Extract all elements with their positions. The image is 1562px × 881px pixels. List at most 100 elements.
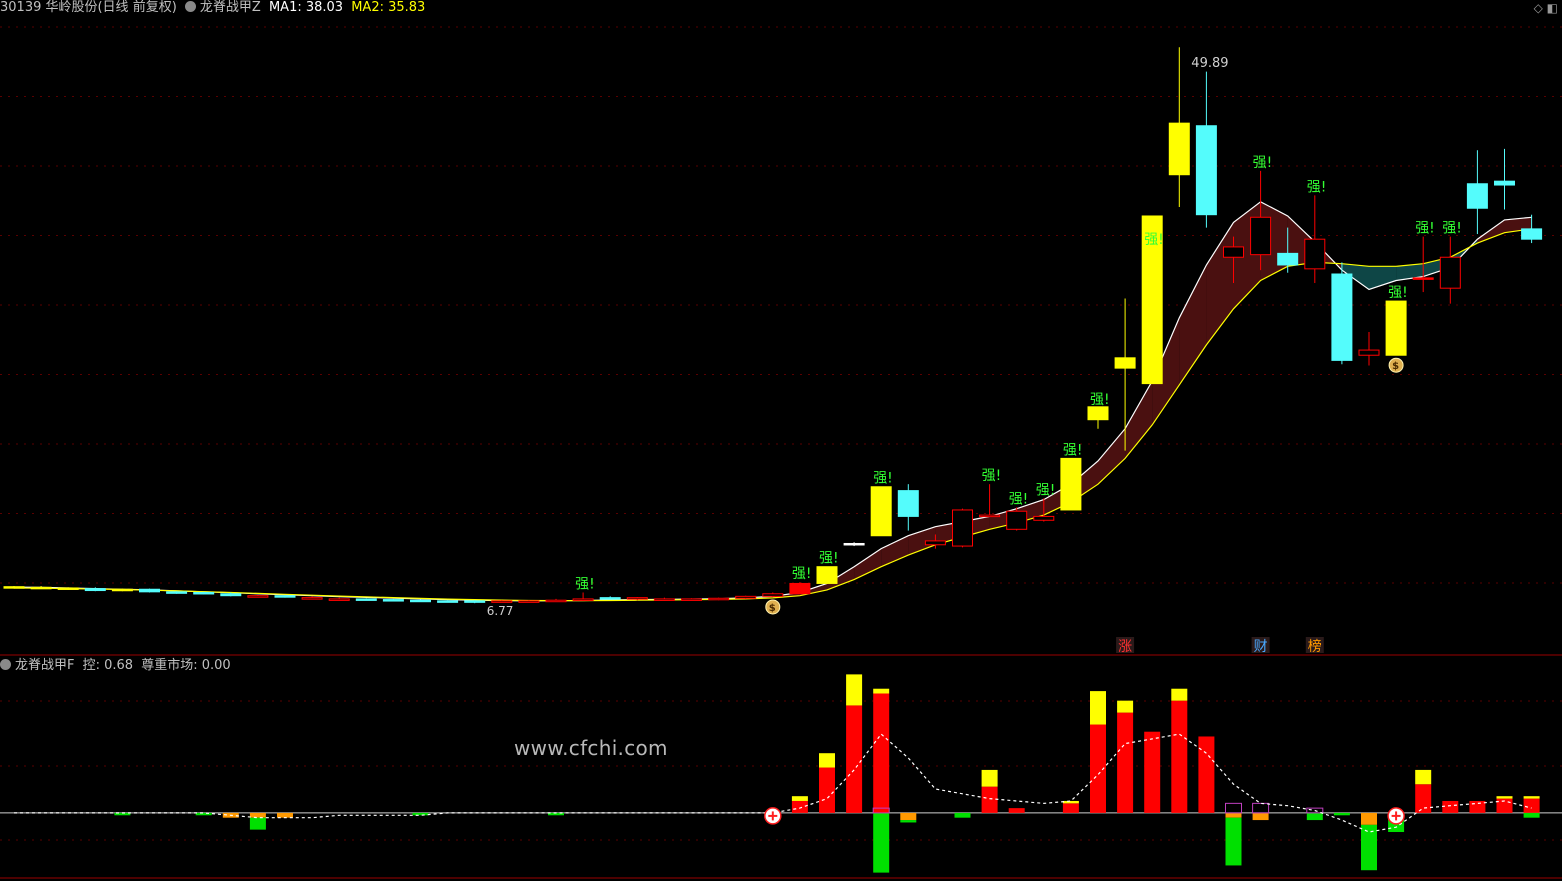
candlestick-series[interactable]: 强! 强! 强! 强! 强! 强! 强! 强! 强! 强! 强! 强! 强! 强! 强! — [3, 47, 1543, 604]
candle — [789, 582, 811, 595]
indicator-bar-green — [1333, 812, 1350, 816]
candle-body — [1006, 510, 1028, 530]
candle — [464, 600, 486, 604]
indicator-bar-red — [1117, 712, 1134, 813]
candle — [1466, 150, 1488, 235]
candle-body — [1466, 183, 1488, 209]
chart-stage: 强! 强! 强! 强! 强! 强! 强! 强! 强! 强! 强! 强! 强! 强! 强! 49.89 6.77… — [0, 26, 1562, 879]
indicator-bar-yellow — [981, 769, 998, 787]
candle-body — [1304, 238, 1326, 270]
indicator-bar-hollow — [1225, 802, 1242, 814]
candle — [735, 595, 757, 599]
strong-signal-label: 强! — [1009, 491, 1029, 507]
candle-body — [1250, 216, 1272, 256]
indicator-bar-orange — [277, 812, 293, 818]
indicator-bar-red — [1523, 798, 1540, 813]
candle-body — [789, 582, 811, 595]
candle-body — [1033, 515, 1055, 521]
indicator-bar-yellow — [1496, 796, 1513, 799]
dollar-glyph: $ — [769, 603, 776, 614]
candle-body — [491, 600, 513, 603]
indicator-grid — [0, 700, 1562, 879]
candle-body — [708, 597, 730, 601]
strong-signal-label: 强! — [1063, 442, 1083, 458]
candle — [545, 598, 567, 603]
indicator-bar-red — [1171, 700, 1188, 813]
candle — [111, 588, 133, 592]
candle — [762, 592, 784, 597]
indicator-bar-red — [819, 767, 835, 813]
indicator-bars[interactable] — [0, 674, 1562, 873]
indicator-toggle-icon[interactable] — [184, 1, 196, 12]
event-tag: 财 — [1254, 639, 1268, 655]
indicator-bar-red — [846, 705, 863, 813]
candle-body — [57, 587, 79, 590]
candle-body — [545, 599, 567, 603]
candle-body — [653, 598, 675, 601]
sub-header: 龙脊战甲F 控: 0.68 尊重市场: 0.00 — [0, 658, 235, 674]
candle — [166, 591, 188, 594]
strong-signal-label: 强! — [1415, 221, 1435, 237]
candle — [1060, 457, 1082, 511]
indicator-bar-orange — [900, 812, 917, 821]
indicator-bar-orange — [249, 812, 266, 818]
candle-body — [1385, 300, 1407, 356]
indicator-bar-orange — [1225, 812, 1242, 818]
candle-body — [518, 600, 540, 603]
stock-title[interactable]: 30139 华岭股份(日线 前复权) — [0, 0, 177, 15]
candle — [870, 486, 892, 537]
candle — [1006, 507, 1028, 531]
strong-signal-label: 强! — [982, 468, 1002, 484]
candle-body — [626, 597, 648, 600]
ribbon-segment — [881, 535, 909, 567]
candle-body — [301, 597, 323, 600]
restore-icon[interactable]: ◧ — [1547, 1, 1558, 15]
candle-body — [816, 566, 838, 584]
event-tag: 榜 — [1308, 638, 1322, 655]
indicator-bar-yellow — [1171, 688, 1188, 701]
ribbon-segment — [1179, 264, 1207, 385]
main-indicator-name[interactable]: 龙脊战甲Z — [200, 0, 261, 15]
candle-body — [247, 595, 269, 598]
candle-body — [762, 593, 784, 597]
candle — [653, 597, 675, 601]
candle — [979, 484, 1001, 518]
candle — [599, 596, 621, 600]
low-price-label: 6.77 — [487, 604, 514, 618]
candle — [139, 588, 160, 593]
respect-market-readout: 尊重市场: 0.00 — [141, 658, 231, 673]
strong-signal-label: 强! — [873, 471, 893, 487]
strong-signal-label: 强! — [1144, 232, 1164, 248]
candle — [518, 600, 540, 603]
sub-indicator-name[interactable]: 龙脊战甲F — [15, 658, 74, 673]
indicator-bar-green — [1361, 824, 1377, 871]
indicator-bar-yellow — [1090, 691, 1106, 725]
strong-signal-label: 强! — [1307, 179, 1327, 195]
candle-body — [382, 599, 404, 602]
sub-indicator-toggle-icon[interactable] — [0, 659, 11, 670]
indicator-bar-red — [1442, 800, 1459, 813]
indicator-bar-red — [1415, 784, 1432, 813]
candle — [328, 597, 350, 601]
price-annotations: 49.89 6.77 $ $ 涨 财 榜 — [487, 56, 1404, 655]
candle-body — [410, 599, 431, 603]
candle — [382, 598, 404, 602]
candle-body — [924, 540, 946, 546]
indicator-bar-yellow — [1415, 769, 1432, 785]
candle — [1358, 332, 1380, 366]
indicator-bar-yellow — [1523, 796, 1540, 799]
candle-body — [3, 586, 25, 589]
strong-signal-label: 强! — [1253, 155, 1273, 171]
diamond-icon[interactable]: ◇ — [1534, 1, 1543, 15]
indicator-bar-red — [1469, 800, 1486, 813]
ctrl-readout: 控: 0.68 — [82, 658, 134, 673]
ribbon-segment — [1125, 381, 1153, 459]
window-controls: ◇ ◧ — [1534, 1, 1558, 15]
candle-body — [1277, 252, 1299, 266]
watermark: www.cfchi.com — [514, 736, 668, 760]
candle — [491, 600, 513, 603]
candle-body — [328, 598, 350, 601]
candle — [274, 595, 296, 598]
candle-body — [1168, 122, 1190, 176]
indicator-bar-red — [873, 693, 890, 813]
